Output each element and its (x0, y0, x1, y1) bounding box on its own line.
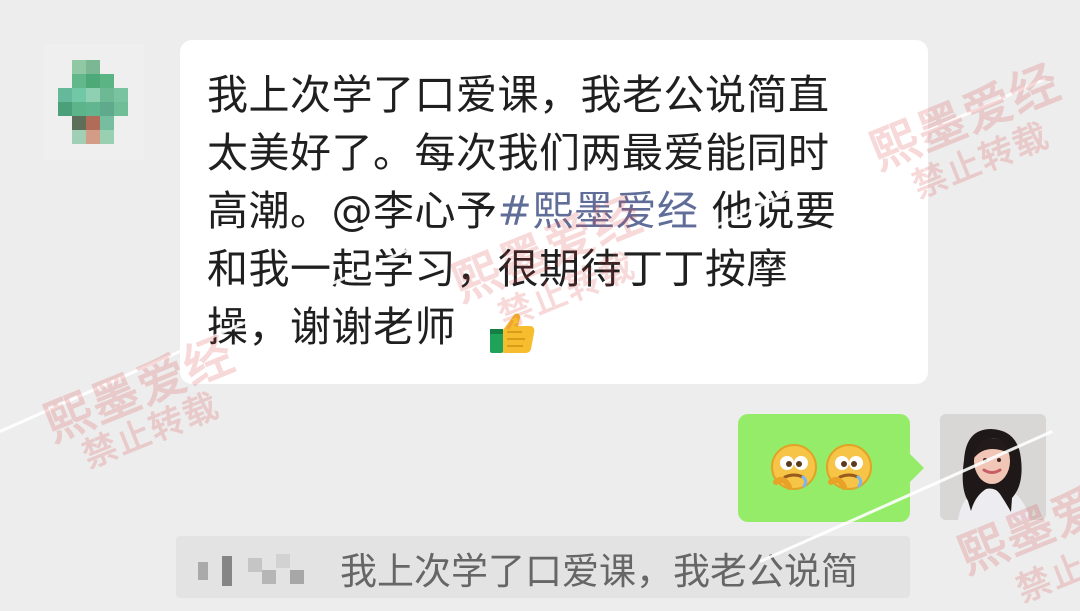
avatar-pixel (72, 60, 86, 74)
avatar-pixel (86, 102, 100, 116)
watermark-sub: 禁止转载 (76, 385, 226, 477)
watermark-sub: 禁止转载 (1010, 519, 1080, 611)
avatar-pixel (86, 74, 100, 88)
message-line-3: 高潮。@李心予#熙墨爱经 他说要 (207, 182, 917, 240)
drooling-face-icon (771, 444, 817, 490)
drooling-face-icon (826, 444, 872, 490)
avatar-pixel (100, 116, 114, 130)
message-fragment: 他说要 (698, 187, 837, 235)
avatar-pixel (114, 102, 128, 116)
incoming-message-text: 我上次学了口爱课，我老公说简直 太美好了。每次我们两最爱能同时 高潮。@李心予#… (207, 66, 917, 356)
thumbs-up-icon (490, 313, 535, 353)
quoted-avatar-thumbnail (198, 552, 308, 590)
profile-photo-icon (940, 414, 1046, 520)
avatar-pixel (86, 60, 100, 74)
avatar-pixel (100, 74, 114, 88)
quote-pixel (276, 554, 290, 568)
avatar-pixel (100, 102, 114, 116)
avatar-pixel (58, 88, 72, 102)
quote-pixel (262, 570, 276, 584)
quoted-message-text: 我上次学了口爱课，我老公说简 (340, 550, 858, 593)
message-line-1: 我上次学了口爱课，我老公说简直 (207, 71, 830, 119)
contact-avatar-left[interactable] (44, 44, 144, 160)
avatar-pixel (72, 74, 86, 88)
quote-pixel (290, 570, 304, 584)
avatar-pixel (72, 102, 86, 116)
avatar-pixel (100, 88, 114, 102)
avatar-pixel (86, 88, 100, 102)
message-line-5: 操，谢谢老师 (207, 303, 456, 351)
message-line-4: 和我一起学习，很期待丁丁按摩 (207, 245, 788, 293)
quote-pixel (248, 558, 262, 572)
mention-text: 高潮。@李心予 (207, 187, 498, 235)
user-avatar-right[interactable] (940, 414, 1046, 520)
avatar-pixel (58, 102, 72, 116)
avatar-pixel (86, 130, 100, 144)
quote-pixel (198, 562, 208, 580)
avatar-pixel (114, 88, 128, 102)
avatar-pixel (72, 88, 86, 102)
avatar-pixel (72, 116, 86, 130)
avatar-pixel (100, 130, 114, 144)
avatar-pixel (72, 130, 86, 144)
hashtag-link[interactable]: #熙墨爱经 (498, 187, 699, 235)
quote-pixel (222, 556, 232, 586)
avatar-pixel (86, 116, 100, 130)
message-line-2: 太美好了。每次我们两最爱能同时 (207, 129, 830, 177)
